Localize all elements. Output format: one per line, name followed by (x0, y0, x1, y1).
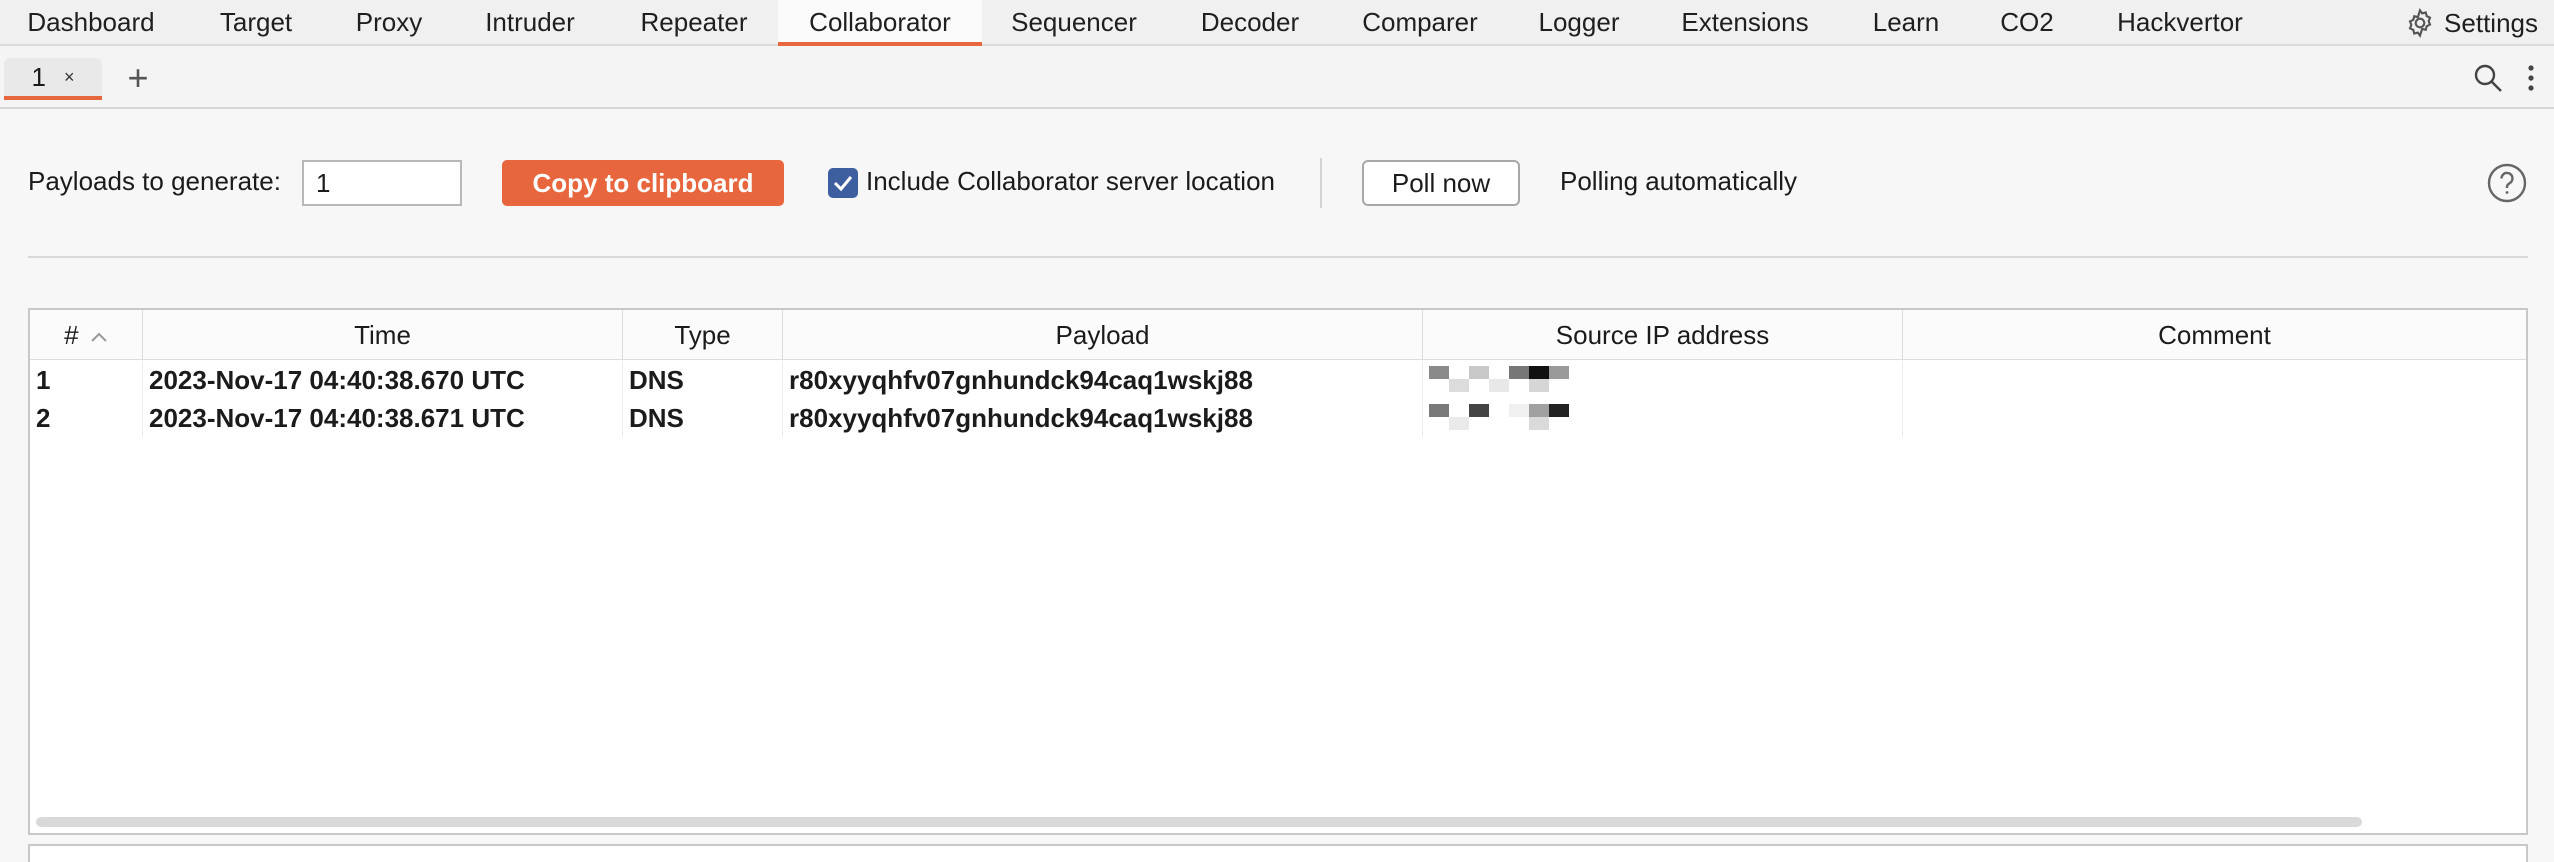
cell-time: 2023-Nov-17 04:40:38.671 UTC (143, 399, 623, 437)
settings-button[interactable]: Settings (2404, 0, 2538, 46)
tab-repeater[interactable]: Repeater (612, 0, 776, 46)
table-header: # Time Type Payload Source IP address Co… (30, 310, 2526, 360)
tab-proxy[interactable]: Proxy (330, 0, 448, 46)
column-header-payload[interactable]: Payload (783, 310, 1423, 360)
collaborator-controls: Payloads to generate: Copy to clipboard … (0, 110, 2554, 260)
include-location-label: Include Collaborator server location (866, 166, 1275, 196)
search-icon[interactable] (2472, 62, 2504, 94)
tab-sequencer[interactable]: Sequencer (982, 0, 1166, 46)
cell-comment (1903, 399, 1909, 437)
settings-label: Settings (2444, 7, 2538, 38)
poll-now-button[interactable]: Poll now (1362, 160, 1520, 206)
horizontal-scrollbar[interactable] (36, 817, 2362, 827)
sort-ascending-icon (91, 332, 107, 342)
cell-source-ip (1423, 361, 1903, 399)
tab-comparer[interactable]: Comparer (1334, 0, 1506, 46)
cell-source-ip (1423, 399, 1903, 437)
cell-number: 2 (30, 399, 143, 437)
tab-co2[interactable]: CO2 (1974, 0, 2080, 46)
column-header-comment[interactable]: Comment (1903, 310, 2526, 360)
payloads-input[interactable] (302, 160, 462, 206)
tool-tab-bar: Dashboard Target Proxy Intruder Repeater… (0, 0, 2554, 46)
gear-icon (2408, 7, 2432, 39)
interactions-table: # Time Type Payload Source IP address Co… (28, 308, 2528, 835)
column-header-number[interactable]: # (30, 310, 143, 360)
tab-intruder[interactable]: Intruder (448, 0, 612, 46)
sub-tab-1[interactable]: 1 × (4, 58, 102, 100)
sub-tab-bar: 1 × + (0, 46, 2554, 109)
add-tab-button[interactable]: + (120, 56, 156, 100)
more-options-icon[interactable] (2526, 62, 2536, 94)
cell-payload: r80xyyqhfv07gnhundck94caq1wskj88 (783, 399, 1423, 437)
cell-number: 1 (30, 361, 143, 399)
close-icon[interactable]: × (64, 67, 75, 88)
divider (28, 256, 2528, 258)
tab-hackvertor[interactable]: Hackvertor (2080, 0, 2280, 46)
tab-decoder[interactable]: Decoder (1166, 0, 1334, 46)
column-header-source-ip[interactable]: Source IP address (1423, 310, 1903, 360)
sub-tab-label: 1 (31, 61, 46, 92)
help-icon[interactable] (2486, 162, 2528, 204)
tab-learn[interactable]: Learn (1838, 0, 1974, 46)
cell-payload: r80xyyqhfv07gnhundck94caq1wskj88 (783, 361, 1423, 399)
cell-time: 2023-Nov-17 04:40:38.670 UTC (143, 361, 623, 399)
table-row[interactable]: 2 2023-Nov-17 04:40:38.671 UTC DNS r80xy… (30, 399, 1903, 437)
tab-collaborator[interactable]: Collaborator (778, 0, 982, 46)
table-row[interactable]: 1 2023-Nov-17 04:40:38.670 UTC DNS r80xy… (30, 361, 1903, 399)
polling-status: Polling automatically (1560, 166, 1798, 196)
cell-type: DNS (623, 399, 783, 437)
column-header-time[interactable]: Time (143, 310, 623, 360)
divider (1320, 158, 1322, 208)
redacted-ip-icon (1429, 366, 1569, 392)
tab-target[interactable]: Target (182, 0, 330, 46)
copy-to-clipboard-button[interactable]: Copy to clipboard (502, 160, 784, 206)
include-location-checkbox[interactable] (828, 168, 858, 198)
tab-extensions[interactable]: Extensions (1652, 0, 1838, 46)
interaction-details-panel (28, 844, 2528, 862)
cell-comment (1903, 361, 1909, 399)
column-header-type[interactable]: Type (623, 310, 783, 360)
redacted-ip-icon (1429, 404, 1569, 430)
tab-dashboard[interactable]: Dashboard (0, 0, 182, 46)
cell-type: DNS (623, 361, 783, 399)
tab-logger[interactable]: Logger (1506, 0, 1652, 46)
payloads-label: Payloads to generate: (28, 166, 281, 196)
